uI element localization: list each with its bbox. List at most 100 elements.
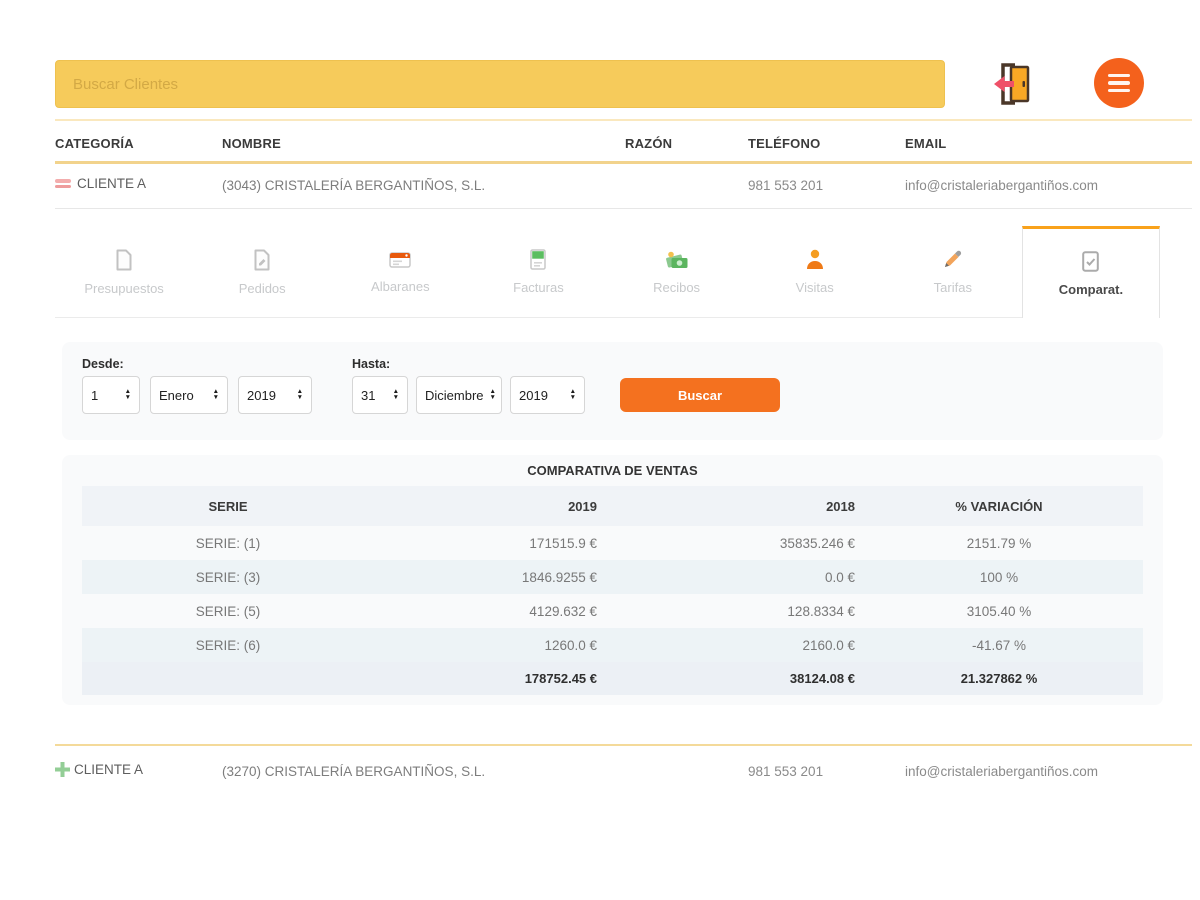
col-2019: 2019: [568, 498, 597, 514]
col-2018: 2018: [826, 498, 855, 514]
person-icon: [806, 249, 823, 269]
hasta-day-select[interactable]: 31: [352, 376, 408, 414]
tab-label: Visitas: [795, 280, 834, 295]
tab-comparativa[interactable]: Comparat.: [1021, 226, 1160, 318]
document-icon: [116, 249, 132, 270]
search-input[interactable]: [55, 60, 945, 108]
desde-month-value: Enero: [159, 387, 194, 403]
v2019-cell: 1846.9255 €: [521, 569, 597, 585]
table-row: SERIE: (1) 171515.9 € 35835.246 € 2151.7…: [82, 526, 1143, 560]
client-row-next[interactable]: CLIENTE A (3270) CRISTALERÍA BERGANTIÑOS…: [55, 758, 1192, 788]
divider: [55, 119, 1192, 121]
tab-albaranes[interactable]: Albaranes: [331, 226, 469, 318]
desde-day-select[interactable]: 1: [82, 376, 140, 414]
col-variacion: % VARIACIÓN: [955, 498, 1043, 514]
table-row: SERIE: (3) 1846.9255 € 0.0 € 100 %: [82, 560, 1143, 594]
variation-cell: 3105.40 %: [966, 603, 1032, 619]
desde-month-select[interactable]: Enero: [150, 376, 228, 414]
date-filter-panel: Desde: 1 Enero 2019 Hasta: 31 Diciembre …: [62, 342, 1163, 440]
v2018-cell: 2160.0 €: [802, 637, 855, 653]
table-row: SERIE: (6) 1260.0 € 2160.0 € -41.67 %: [82, 628, 1143, 662]
hasta-year-select[interactable]: 2019: [510, 376, 585, 414]
document-edit-icon: [254, 249, 270, 270]
tab-label: Presupuestos: [84, 280, 164, 296]
client-category: CLIENTE A: [74, 762, 144, 777]
tab-label: Comparat.: [1058, 281, 1124, 297]
comparison-table-header: SERIE 2019 2018 % VARIACIÓN: [82, 486, 1143, 526]
hasta-day-value: 31: [361, 387, 376, 403]
header-telefono: TELÉFONO: [748, 136, 821, 151]
desde-label: Desde:: [82, 357, 124, 371]
client-detail-page: CATEGORÍA NOMBRE RAZÓN TELÉFONO EMAIL CL…: [0, 0, 1200, 900]
green-plus-icon: [55, 762, 70, 777]
stepper-icon: [570, 389, 576, 401]
delivery-note-icon: [389, 251, 412, 268]
tab-label: Albaranes: [371, 278, 430, 294]
client-name: (3270) CRISTALERÍA BERGANTIÑOS, S.L.: [222, 764, 486, 779]
menu-button[interactable]: [1094, 58, 1144, 108]
comparison-panel: COMPARATIVA DE VENTAS SERIE 2019 2018 % …: [62, 455, 1163, 705]
stepper-icon: [125, 389, 131, 401]
divider: [55, 744, 1192, 746]
money-icon: [665, 251, 688, 268]
exit-door-icon: [994, 63, 1030, 105]
stepper-icon: [297, 389, 303, 401]
v2019-cell: 4129.632 €: [529, 603, 597, 619]
desde-day-value: 1: [91, 387, 99, 403]
client-phone: 981 553 201: [748, 178, 824, 193]
comparison-title: COMPARATIVA DE VENTAS: [527, 463, 698, 478]
tab-label: Recibos: [653, 279, 701, 295]
stepper-icon: [213, 389, 219, 401]
hasta-label: Hasta:: [352, 357, 391, 371]
client-row-selected[interactable]: CLIENTE A (3043) CRISTALERÍA BERGANTIÑOS…: [55, 172, 1192, 202]
desde-year-select[interactable]: 2019: [238, 376, 312, 414]
stepper-icon: [393, 389, 399, 401]
total-2019-cell: 178752.45 €: [524, 671, 597, 686]
col-serie: SERIE: [208, 498, 248, 514]
client-phone: 981 553 201: [748, 764, 824, 779]
variation-cell: 2151.79 %: [966, 535, 1032, 551]
tab-visitas[interactable]: Visitas: [746, 226, 884, 318]
tab-recibos[interactable]: Recibos: [608, 226, 746, 318]
invoice-icon: [530, 249, 547, 270]
serie-cell: SERIE: (3): [195, 569, 261, 585]
tab-label: Tarifas: [933, 280, 972, 295]
v2018-cell: 128.8334 €: [787, 603, 855, 619]
v2018-cell: 35835.246 €: [779, 535, 855, 551]
client-name: (3043) CRISTALERÍA BERGANTIÑOS, S.L.: [222, 178, 486, 193]
header-categoria: CATEGORÍA: [55, 136, 134, 151]
variation-cell: 100 %: [979, 569, 1019, 585]
pencil-icon: [945, 250, 962, 267]
variation-cell: -41.67 %: [971, 637, 1027, 653]
buscar-button[interactable]: Buscar: [620, 378, 780, 412]
tab-tarifas[interactable]: Tarifas: [884, 226, 1022, 318]
serie-cell: SERIE: (6): [195, 637, 261, 653]
v2019-cell: 1260.0 €: [544, 637, 597, 653]
v2019-cell: 171515.9 €: [529, 535, 597, 551]
pink-dash-icon: [55, 179, 71, 188]
header-email: EMAIL: [905, 136, 947, 151]
serie-cell: SERIE: (5): [195, 603, 261, 619]
client-email: info@cristaleriabergantiños.com: [905, 764, 1099, 779]
tab-presupuestos[interactable]: Presupuestos: [55, 226, 193, 318]
table-row: SERIE: (5) 4129.632 € 128.8334 € 3105.40…: [82, 594, 1143, 628]
hasta-year-value: 2019: [519, 387, 548, 403]
tab-facturas[interactable]: Facturas: [469, 226, 607, 318]
tab-label: Facturas: [513, 280, 564, 295]
tab-pedidos[interactable]: Pedidos: [193, 226, 331, 318]
stepper-icon: [490, 389, 496, 401]
compare-document-icon: [1082, 250, 1100, 272]
comparison-table: SERIE 2019 2018 % VARIACIÓN SERIE: (1) 1…: [82, 486, 1143, 695]
header-nombre: NOMBRE: [222, 136, 281, 151]
logout-button[interactable]: [986, 56, 1042, 112]
client-list-header: CATEGORÍA NOMBRE RAZÓN TELÉFONO EMAIL: [55, 136, 1192, 158]
total-variation-cell: 21.327862 %: [960, 671, 1038, 686]
tab-label: Pedidos: [238, 280, 286, 296]
serie-cell: SERIE: (1): [195, 535, 261, 551]
hasta-month-select[interactable]: Diciembre: [416, 376, 502, 414]
client-category: CLIENTE A: [77, 176, 147, 191]
header-razon: RAZÓN: [625, 136, 673, 151]
divider: [55, 208, 1192, 209]
hasta-month-value: Diciembre: [425, 387, 484, 403]
table-total-row: 178752.45 € 38124.08 € 21.327862 %: [82, 662, 1143, 695]
